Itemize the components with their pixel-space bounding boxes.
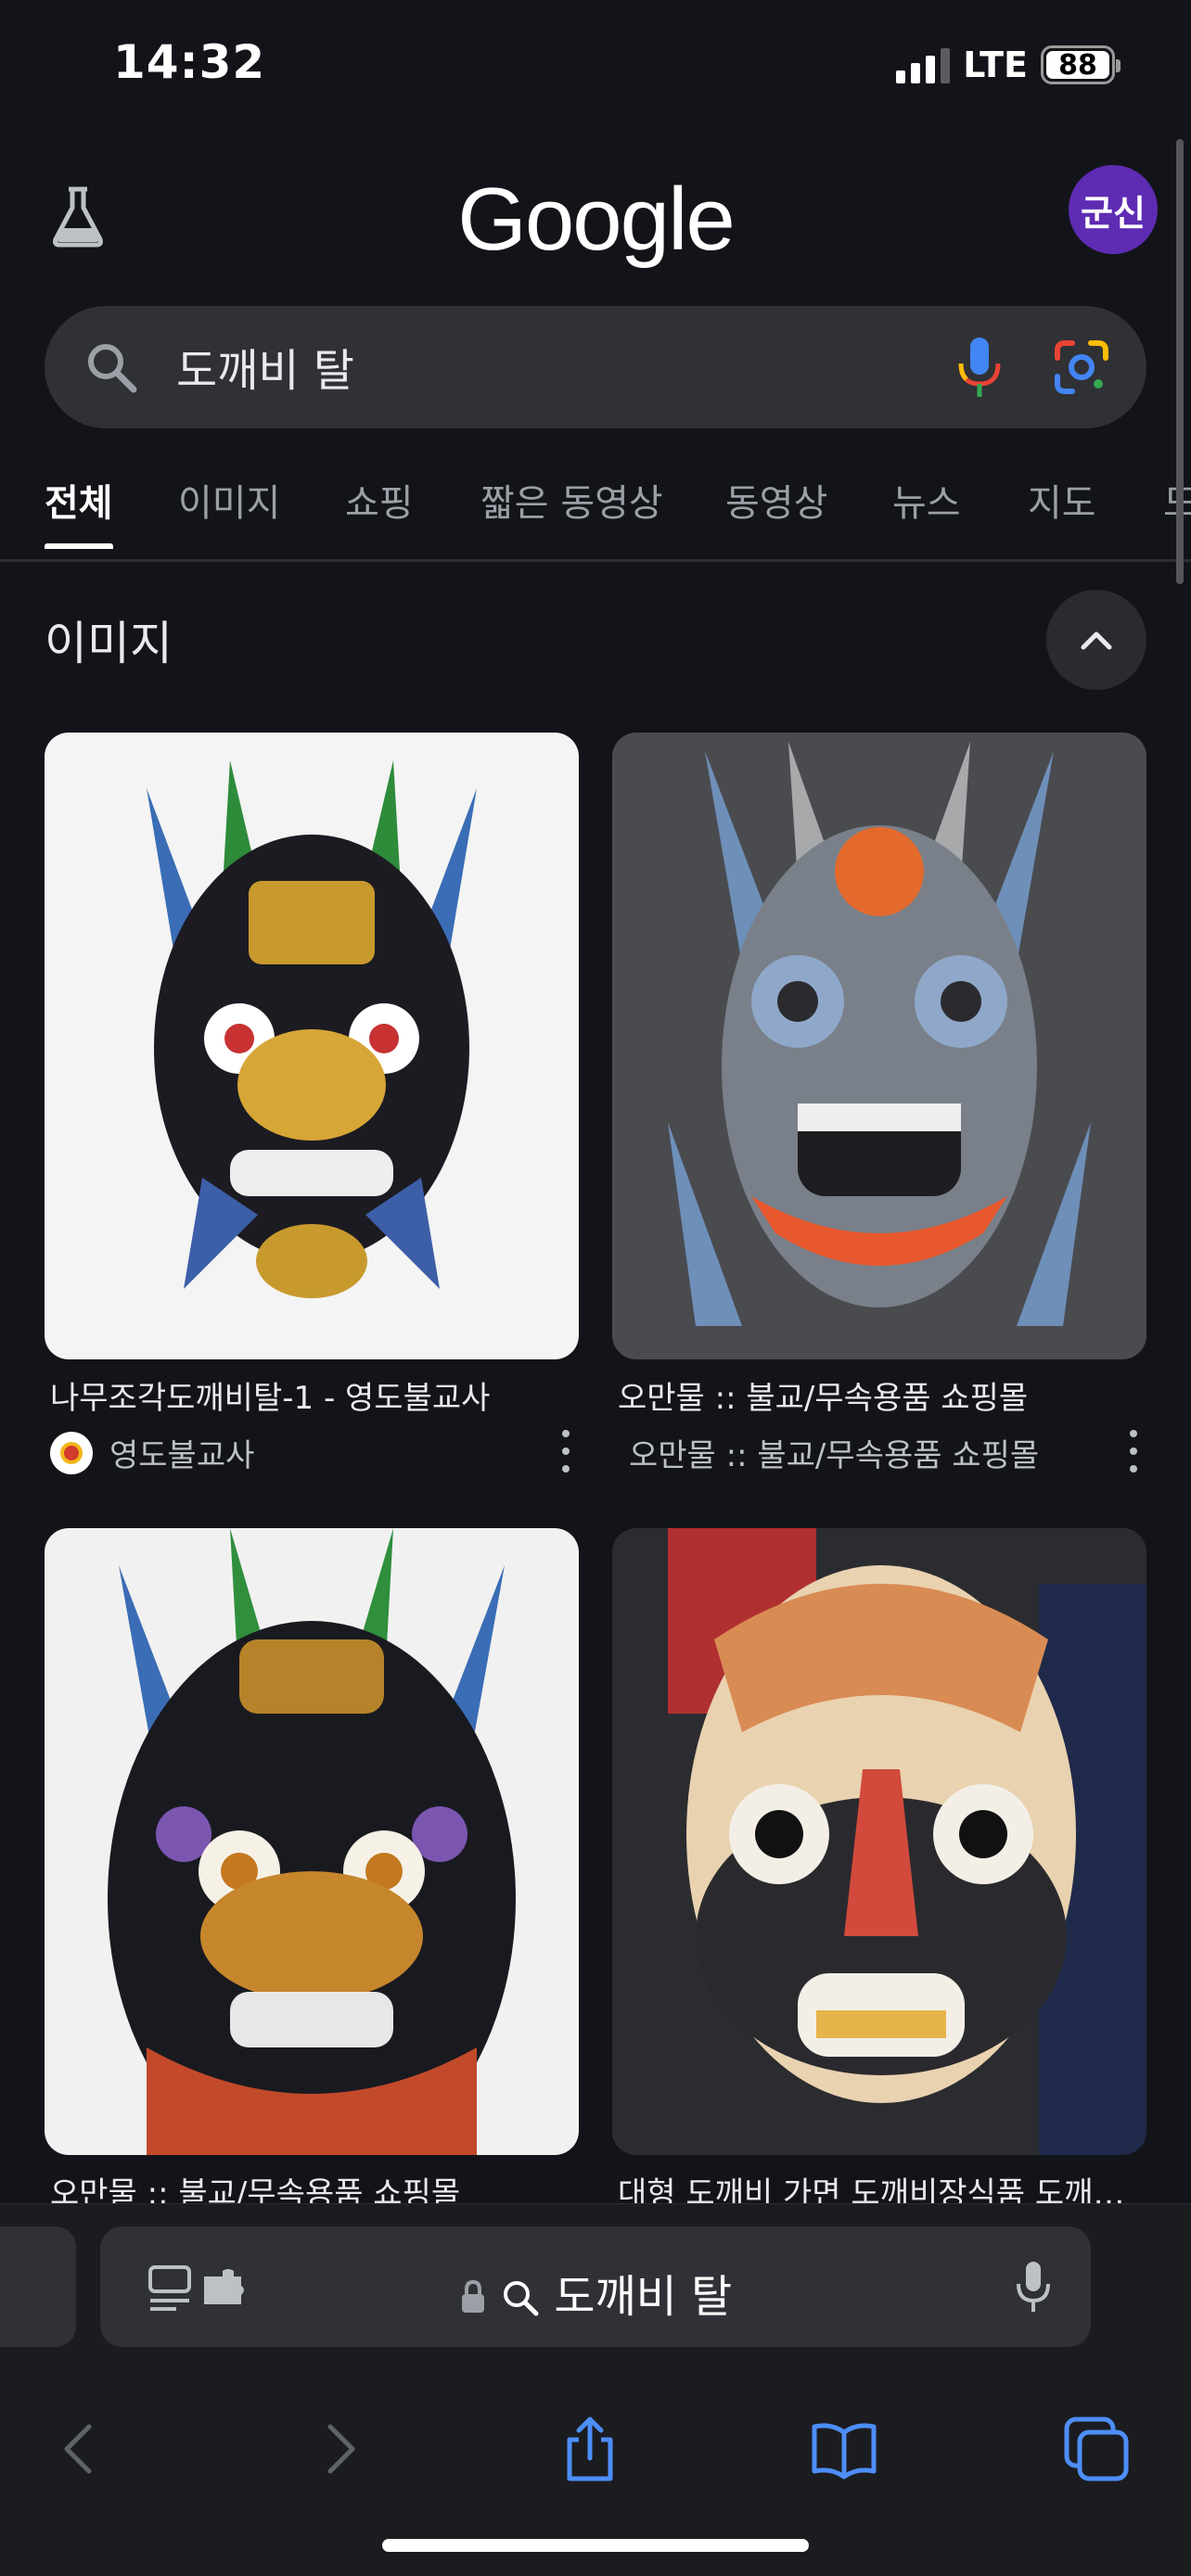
image-result[interactable]: 오만물 :: 불교/무속용품 쇼핑몰 bbox=[45, 1528, 579, 2213]
search-icon bbox=[88, 344, 137, 393]
tab-short-videos[interactable]: 짧은 동영상 bbox=[480, 473, 663, 549]
more-options-icon[interactable] bbox=[560, 1430, 571, 1473]
browser-nav bbox=[0, 2390, 1191, 2501]
avatar[interactable]: 군신 bbox=[1069, 165, 1158, 254]
images-section-title: 이미지 bbox=[45, 617, 173, 670]
share-icon[interactable] bbox=[557, 2416, 623, 2482]
more-options-icon[interactable] bbox=[1128, 1430, 1139, 1473]
search-icon bbox=[504, 2281, 539, 2316]
result-image[interactable] bbox=[612, 733, 1146, 1359]
forward-icon[interactable] bbox=[306, 2416, 373, 2482]
result-source-name: 오만물 :: 불교/무속용품 쇼핑몰 bbox=[629, 1437, 1040, 1474]
home-indicator[interactable] bbox=[382, 2539, 809, 2552]
microphone-icon[interactable] bbox=[1015, 2260, 1052, 2315]
tab-shopping[interactable]: 쇼핑 bbox=[345, 473, 414, 549]
tab-videos[interactable]: 동영상 bbox=[725, 473, 827, 549]
battery-level: 88 bbox=[1046, 49, 1109, 82]
result-image[interactable] bbox=[612, 1528, 1146, 2155]
status-bar: 14:32 LTE 88 bbox=[0, 0, 1191, 130]
image-result[interactable]: 오만물 :: 불교/무속용품 쇼핑몰 오만물 :: 불교/무속용품 쇼핑몰 bbox=[612, 733, 1146, 1474]
result-source-name: 영도불교사 bbox=[109, 1437, 255, 1474]
scrollbar[interactable] bbox=[1176, 139, 1184, 584]
tab-images[interactable]: 이미지 bbox=[178, 473, 280, 549]
bookmarks-icon[interactable] bbox=[811, 2416, 877, 2482]
google-lens-icon[interactable] bbox=[1052, 338, 1111, 397]
tabs-icon[interactable] bbox=[1063, 2416, 1130, 2482]
result-source[interactable]: 영도불교사 bbox=[50, 1430, 551, 1475]
result-title[interactable]: 나무조각도깨비탈-1 - 영도불교사 bbox=[50, 1372, 579, 1418]
lock-icon bbox=[461, 2279, 484, 2313]
google-logo[interactable]: Google bbox=[0, 169, 1191, 271]
status-time: 14:32 bbox=[113, 35, 266, 89]
image-result[interactable]: 대형 도깨비 가면 도깨비장식품 도깨비... bbox=[612, 1528, 1146, 2213]
network-label: LTE bbox=[963, 45, 1028, 85]
site-favicon-icon bbox=[50, 1431, 93, 1474]
result-image[interactable] bbox=[45, 733, 579, 1359]
collapse-button[interactable] bbox=[1046, 590, 1146, 690]
voice-search-icon[interactable] bbox=[952, 334, 1007, 401]
search-query[interactable]: 도깨비 탈 bbox=[176, 334, 354, 399]
tab-maps[interactable]: 지도 bbox=[1028, 473, 1096, 549]
image-result[interactable]: 나무조각도깨비탈-1 - 영도불교사 영도불교사 bbox=[45, 733, 579, 1474]
signal-icon bbox=[896, 46, 951, 83]
tab-news[interactable]: 뉴스 bbox=[892, 473, 961, 549]
battery-icon: 88 bbox=[1041, 45, 1121, 84]
result-title[interactable]: 오만물 :: 불교/무속용품 쇼핑몰 bbox=[618, 1372, 1146, 1418]
address-query: 도깨비 탈 bbox=[554, 2271, 733, 2323]
search-tabs: 전체 이미지 쇼핑 짧은 동영상 동영상 뉴스 지도 도 bbox=[0, 464, 1191, 562]
chevron-up-icon bbox=[1081, 631, 1112, 650]
address-text[interactable]: 도깨비 탈 bbox=[100, 2260, 1091, 2325]
status-indicators: LTE 88 bbox=[896, 45, 1121, 85]
previous-tab-preview[interactable] bbox=[0, 2226, 76, 2347]
google-header: Google 군신 bbox=[0, 148, 1191, 287]
browser-toolbar: 도깨비 탈 bbox=[0, 2203, 1191, 2576]
back-icon[interactable] bbox=[46, 2416, 113, 2482]
result-source[interactable]: 오만물 :: 불교/무속용품 쇼핑몰 bbox=[618, 1430, 1119, 1475]
search-input[interactable]: 도깨비 탈 bbox=[45, 306, 1146, 428]
tab-all[interactable]: 전체 bbox=[45, 473, 113, 549]
result-image[interactable] bbox=[45, 1528, 579, 2155]
address-bar[interactable]: 도깨비 탈 bbox=[100, 2226, 1091, 2347]
